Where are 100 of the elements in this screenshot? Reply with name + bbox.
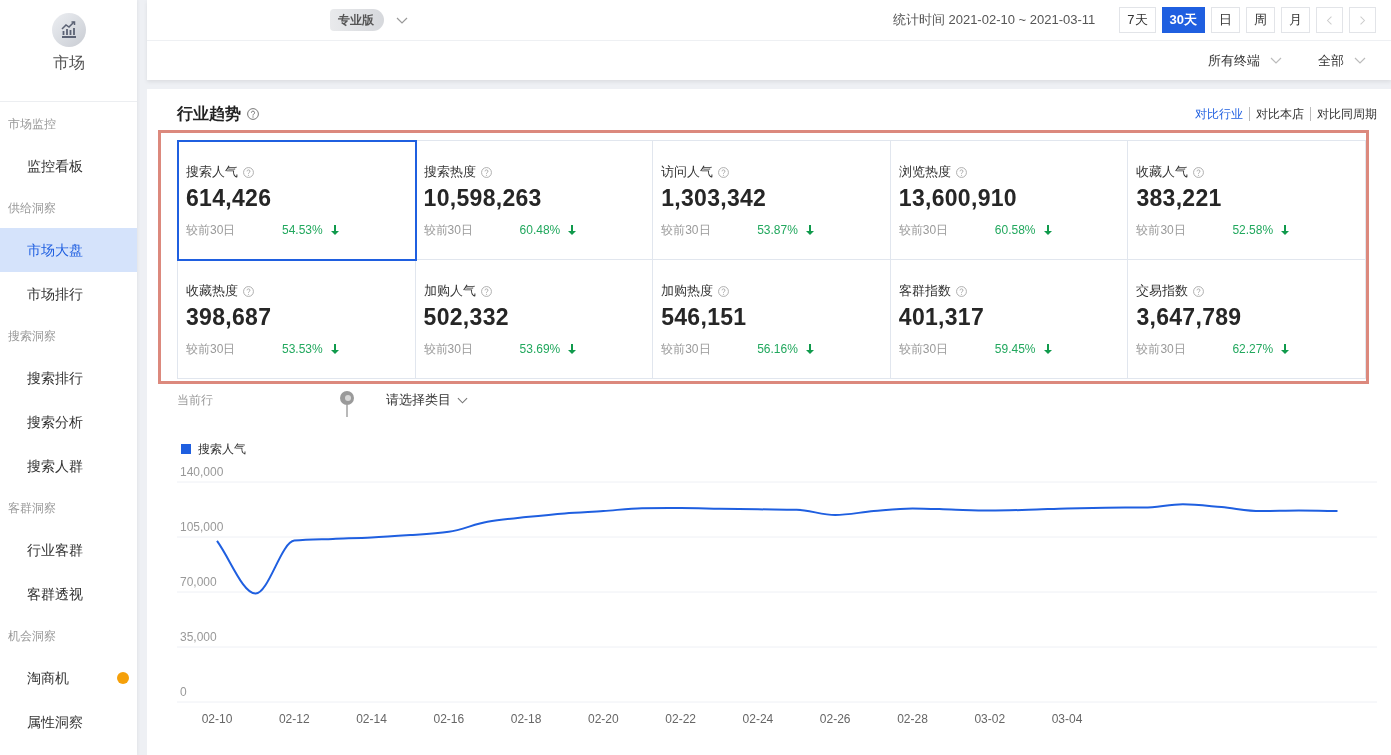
metric-label: 客群指数 xyxy=(898,282,951,300)
section-title: 行业趋势 xyxy=(177,103,241,124)
metric-value: 398,687 xyxy=(186,303,273,331)
compare-link[interactable]: 对比行业 xyxy=(1189,107,1249,121)
help-icon[interactable] xyxy=(1193,285,1205,297)
metric-card[interactable]: 客群指数 401,317 较前30日 59.45% xyxy=(890,260,1129,379)
compare-label: 较前30日 xyxy=(186,221,237,239)
x-axis-label: 02-22 xyxy=(665,712,696,726)
compare-label: 较前30日 xyxy=(186,340,237,358)
metric-card[interactable]: 访问人气 1,303,342 较前30日 53.87% xyxy=(653,141,891,260)
compare-label: 较前30日 xyxy=(661,340,712,358)
chevron-down-icon[interactable] xyxy=(396,16,408,24)
chevron-down-icon xyxy=(1354,57,1366,64)
nav-item[interactable]: 行业客群 xyxy=(0,528,137,572)
filter-dropdown[interactable]: 全部 xyxy=(1318,49,1366,72)
period-button[interactable]: 7天 xyxy=(1119,7,1156,33)
metric-label: 访问人气 xyxy=(661,163,714,181)
compare-label: 较前30日 xyxy=(423,340,474,358)
help-icon[interactable] xyxy=(718,166,730,178)
metric-value: 614,426 xyxy=(186,184,273,212)
help-icon[interactable] xyxy=(480,285,492,297)
chevron-down-icon xyxy=(457,396,468,404)
compare-label: 较前30日 xyxy=(423,221,474,239)
nav-item[interactable]: 搜索人群 xyxy=(0,444,137,488)
x-axis-label: 03-02 xyxy=(974,712,1006,726)
metric-card[interactable]: 交易指数 3,647,789 较前30日 62.27% xyxy=(1128,260,1366,379)
metric-label: 收藏人气 xyxy=(1136,163,1189,181)
metric-label: 浏览热度 xyxy=(898,163,951,181)
metric-label: 收藏热度 xyxy=(186,282,238,300)
period-button[interactable]: 月 xyxy=(1281,7,1310,33)
change-value: 56.16% xyxy=(757,342,798,356)
nav-item[interactable]: 搜索分析 xyxy=(0,400,137,444)
edition-badge: 专业版 xyxy=(330,9,384,31)
help-icon[interactable] xyxy=(955,285,967,297)
period-button[interactable]: 日 xyxy=(1211,7,1240,33)
help-icon[interactable] xyxy=(243,166,254,178)
y-axis-label: 35,000 xyxy=(180,630,217,644)
compare-label: 较前30日 xyxy=(898,340,950,358)
y-axis-label: 105,000 xyxy=(180,520,224,534)
metric-value: 1,303,342 xyxy=(661,184,768,212)
compare-link[interactable]: 对比本店 xyxy=(1249,107,1310,121)
chevron-right-icon xyxy=(1359,14,1366,26)
change-value: 60.48% xyxy=(519,223,561,237)
x-axis-label: 02-10 xyxy=(201,712,233,726)
metric-value: 546,151 xyxy=(661,303,748,331)
x-axis-label: 03-04 xyxy=(1051,712,1083,726)
change-value: 59.45% xyxy=(994,342,1036,356)
module-title: 市场 xyxy=(52,53,85,73)
nav-group-title: 供给洞察 xyxy=(7,200,57,217)
category-dropdown[interactable]: 请选择类目 xyxy=(386,389,468,411)
metric-card[interactable]: 搜索人气 614,426 较前30日 54.53% xyxy=(178,141,416,260)
pin-icon xyxy=(339,391,355,417)
date-range-text: 统计时间 2021-02-10 ~ 2021-03-11 xyxy=(892,11,1096,29)
metric-card[interactable]: 搜索热度 10,598,263 较前30日 60.48% xyxy=(415,141,654,260)
help-icon[interactable] xyxy=(718,285,730,297)
x-axis-label: 02-20 xyxy=(588,712,619,726)
help-icon[interactable] xyxy=(247,108,259,120)
metric-value: 3,647,789 xyxy=(1136,303,1243,331)
period-button[interactable]: 周 xyxy=(1246,7,1275,33)
metric-label: 加购热度 xyxy=(661,282,714,300)
metric-value: 383,221 xyxy=(1136,184,1223,212)
nav-item[interactable]: 客群透视 xyxy=(0,572,137,616)
nav-item[interactable]: 属性洞察 xyxy=(0,700,137,744)
nav-item[interactable]: 市场大盘 xyxy=(0,228,137,272)
x-axis-label: 02-24 xyxy=(742,712,774,726)
nav-item[interactable]: 淘商机 xyxy=(0,656,137,700)
x-axis-label: 02-12 xyxy=(278,712,310,726)
help-icon[interactable] xyxy=(243,285,254,297)
change-value: 60.58% xyxy=(994,223,1036,237)
nav-item[interactable]: 搜索排行 xyxy=(0,356,137,400)
x-axis-label: 02-14 xyxy=(356,712,387,726)
metric-card[interactable]: 收藏热度 398,687 较前30日 53.53% xyxy=(178,260,416,379)
nav-item[interactable]: 监控看板 xyxy=(0,144,137,188)
period-button[interactable]: 30天 xyxy=(1161,7,1205,33)
metric-value: 13,600,910 xyxy=(898,184,1018,212)
y-axis-label: 0 xyxy=(180,685,187,699)
metric-label: 搜索人气 xyxy=(186,163,238,181)
filter-dropdown[interactable]: 所有终端 xyxy=(1208,49,1282,72)
nav-group-title: 客群洞察 xyxy=(7,500,57,517)
change-value: 62.27% xyxy=(1232,342,1274,356)
legend-label: 搜索人气 xyxy=(198,440,246,458)
help-icon[interactable] xyxy=(1193,166,1205,178)
x-axis-label: 02-26 xyxy=(819,712,851,726)
y-axis-label: 140,000 xyxy=(180,465,224,479)
metric-card[interactable]: 加购人气 502,332 较前30日 53.69% xyxy=(415,260,654,379)
help-icon[interactable] xyxy=(955,166,967,178)
metric-label: 加购人气 xyxy=(423,282,476,300)
chart-icon xyxy=(51,13,86,47)
change-value: 53.87% xyxy=(757,223,798,237)
metric-card[interactable]: 浏览热度 13,600,910 较前30日 60.58% xyxy=(890,141,1129,260)
nav-group-title: 搜索洞察 xyxy=(7,328,57,345)
metric-label: 搜索热度 xyxy=(423,163,476,181)
metric-card[interactable]: 加购热度 546,151 较前30日 56.16% xyxy=(653,260,891,379)
metric-value: 10,598,263 xyxy=(423,184,543,212)
change-value: 53.53% xyxy=(282,342,323,356)
nav-item[interactable]: 市场排行 xyxy=(0,272,137,316)
metric-card[interactable]: 收藏人气 383,221 较前30日 52.58% xyxy=(1128,141,1366,260)
nav-group-title: 机会洞察 xyxy=(7,628,57,645)
compare-link[interactable]: 对比同周期 xyxy=(1310,107,1377,121)
help-icon[interactable] xyxy=(480,166,492,178)
